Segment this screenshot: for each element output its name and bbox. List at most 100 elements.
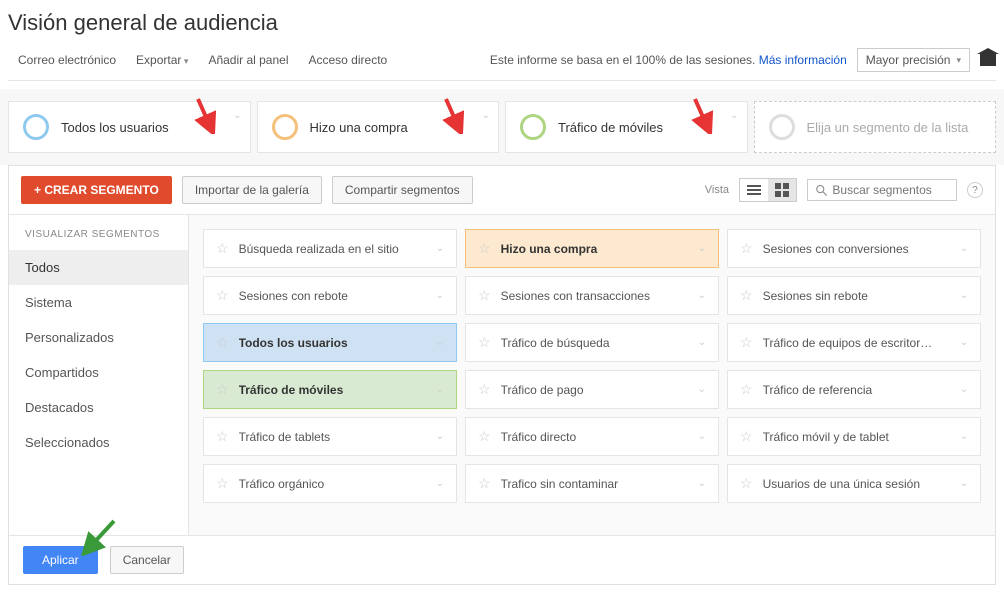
segment-card[interactable]: ☆ Búsqueda realizada en el sitio ⌄ bbox=[203, 229, 457, 268]
segment-name: Tráfico móvil y de tablet bbox=[763, 430, 950, 444]
segment-card[interactable]: ☆Tráfico orgánico⌄ bbox=[203, 464, 457, 503]
help-icon[interactable]: ? bbox=[967, 182, 983, 198]
star-icon[interactable]: ☆ bbox=[740, 381, 753, 398]
sidebar-item[interactable]: Personalizados bbox=[9, 320, 188, 355]
sidebar-item[interactable]: Destacados bbox=[9, 390, 188, 425]
segment-card[interactable]: ☆Tráfico de móviles⌄ bbox=[203, 370, 457, 409]
chevron-down-icon[interactable]: ⌄ bbox=[698, 290, 706, 301]
segment-card[interactable]: ☆Sesiones con rebote⌄ bbox=[203, 276, 457, 315]
chevron-down-icon[interactable]: ⌄ bbox=[436, 243, 444, 254]
report-note: Este informe se basa en el 100% de las s… bbox=[490, 53, 847, 67]
segment-card[interactable]: ☆Todos los usuarios⌄ bbox=[203, 323, 457, 362]
star-icon[interactable]: ☆ bbox=[478, 240, 491, 257]
segment-card[interactable]: ☆ Sesiones con conversiones ⌄ bbox=[727, 229, 981, 268]
segment-card[interactable]: ☆ Sesiones sin rebote ⌄ bbox=[727, 276, 981, 315]
segment-name: Hizo una compra bbox=[501, 242, 688, 256]
segment-card[interactable]: ☆ Tráfico de tablets ⌄ bbox=[203, 417, 457, 456]
star-icon[interactable]: ☆ bbox=[740, 334, 753, 351]
cancel-button[interactable]: Cancelar bbox=[110, 546, 184, 574]
segment-label: Todos los usuarios bbox=[61, 120, 169, 135]
chevron-down-icon[interactable]: ⌄ bbox=[698, 243, 706, 254]
chevron-down-icon[interactable]: ⌄ bbox=[960, 431, 968, 442]
grid-view-button[interactable] bbox=[768, 179, 796, 201]
segment-name: Trafico sin contaminar bbox=[501, 477, 688, 491]
star-icon[interactable]: ☆ bbox=[478, 428, 491, 445]
chevron-down-icon[interactable]: ⌄ bbox=[436, 478, 444, 489]
segment-name: Tráfico de equipos de escritor… bbox=[763, 336, 950, 350]
export-dropdown[interactable]: Exportar bbox=[126, 49, 198, 71]
sidebar-item[interactable]: Compartidos bbox=[9, 355, 188, 390]
search-input[interactable] bbox=[832, 183, 948, 197]
create-segment-button[interactable]: + CREAR SEGMENTO bbox=[21, 176, 172, 204]
segment-card[interactable]: ☆Sesiones con transacciones⌄ bbox=[465, 276, 719, 315]
star-icon[interactable]: ☆ bbox=[216, 287, 229, 304]
segment-card[interactable]: ☆ Tráfico móvil y de tablet ⌄ bbox=[727, 417, 981, 456]
list-view-button[interactable] bbox=[740, 179, 768, 201]
chevron-down-icon[interactable]: ⌄ bbox=[436, 431, 444, 442]
panel-toolbar: + CREAR SEGMENTO Importar de la galería … bbox=[9, 166, 995, 215]
segment-name: Tráfico directo bbox=[501, 430, 688, 444]
chevron-down-icon: ⌄ bbox=[730, 110, 738, 121]
import-gallery-button[interactable]: Importar de la galería bbox=[182, 176, 322, 204]
segment-card[interactable]: ☆Tráfico de búsqueda⌄ bbox=[465, 323, 719, 362]
active-segment-chip[interactable]: Tráfico de móviles ⌄ bbox=[505, 101, 748, 153]
segment-card[interactable]: ☆Usuarios de una única sesión⌄ bbox=[727, 464, 981, 503]
chevron-down-icon[interactable]: ⌄ bbox=[960, 384, 968, 395]
star-icon[interactable]: ☆ bbox=[478, 475, 491, 492]
segment-card[interactable]: ☆ Hizo una compra ⌄ bbox=[465, 229, 719, 268]
star-icon[interactable]: ☆ bbox=[478, 287, 491, 304]
star-icon[interactable]: ☆ bbox=[740, 428, 753, 445]
segment-card[interactable]: ☆ Tráfico directo ⌄ bbox=[465, 417, 719, 456]
segment-card[interactable]: ☆ Tráfico de equipos de escritor… ⌄ bbox=[727, 323, 981, 362]
segment-label: Tráfico de móviles bbox=[558, 120, 663, 135]
add-segment-placeholder[interactable]: Elija un segmento de la lista bbox=[754, 101, 997, 153]
chevron-down-icon: ⌄ bbox=[482, 110, 490, 121]
segment-placeholder-label: Elija un segmento de la lista bbox=[807, 120, 969, 135]
active-segment-chip[interactable]: Hizo una compra⌄ bbox=[257, 101, 500, 153]
chevron-down-icon[interactable]: ⌄ bbox=[698, 478, 706, 489]
segment-name: Sesiones con conversiones bbox=[763, 242, 950, 256]
search-box[interactable] bbox=[807, 179, 957, 201]
panel-footer: Aplicar Cancelar bbox=[9, 535, 995, 584]
star-icon[interactable]: ☆ bbox=[478, 381, 491, 398]
precision-dropdown[interactable]: Mayor precisión bbox=[857, 48, 970, 72]
shortcut-link[interactable]: Acceso directo bbox=[299, 49, 398, 71]
star-icon[interactable]: ☆ bbox=[216, 381, 229, 398]
segment-name: Búsqueda realizada en el sitio bbox=[239, 242, 426, 256]
segment-name: Sesiones sin rebote bbox=[763, 289, 950, 303]
active-segment-chip[interactable]: Todos los usuarios⌄ bbox=[8, 101, 251, 153]
more-info-link[interactable]: Más información bbox=[759, 53, 847, 67]
segment-name: Tráfico de tablets bbox=[239, 430, 426, 444]
chevron-down-icon[interactable]: ⌄ bbox=[960, 337, 968, 348]
segment-ring-icon bbox=[520, 114, 546, 140]
star-icon[interactable]: ☆ bbox=[740, 287, 753, 304]
chevron-down-icon[interactable]: ⌄ bbox=[960, 243, 968, 254]
sidebar-item[interactable]: Seleccionados bbox=[9, 425, 188, 460]
chevron-down-icon[interactable]: ⌄ bbox=[698, 431, 706, 442]
education-icon[interactable] bbox=[980, 54, 996, 66]
star-icon[interactable]: ☆ bbox=[216, 334, 229, 351]
star-icon[interactable]: ☆ bbox=[216, 240, 229, 257]
segment-card[interactable]: ☆Tráfico de referencia⌄ bbox=[727, 370, 981, 409]
sidebar-item[interactable]: Sistema bbox=[9, 285, 188, 320]
star-icon[interactable]: ☆ bbox=[216, 428, 229, 445]
add-panel-link[interactable]: Añadir al panel bbox=[198, 49, 298, 71]
apply-button[interactable]: Aplicar bbox=[23, 546, 98, 574]
email-link[interactable]: Correo electrónico bbox=[8, 49, 126, 71]
segment-card[interactable]: ☆Tráfico de pago⌄ bbox=[465, 370, 719, 409]
annotation-arrow-red bbox=[687, 94, 717, 134]
share-segments-button[interactable]: Compartir segmentos bbox=[332, 176, 473, 204]
chevron-down-icon[interactable]: ⌄ bbox=[698, 384, 706, 395]
star-icon[interactable]: ☆ bbox=[740, 475, 753, 492]
chevron-down-icon[interactable]: ⌄ bbox=[698, 337, 706, 348]
chevron-down-icon[interactable]: ⌄ bbox=[960, 478, 968, 489]
chevron-down-icon[interactable]: ⌄ bbox=[436, 290, 444, 301]
chevron-down-icon[interactable]: ⌄ bbox=[436, 384, 444, 395]
sidebar-item[interactable]: Todos bbox=[9, 250, 188, 285]
star-icon[interactable]: ☆ bbox=[478, 334, 491, 351]
star-icon[interactable]: ☆ bbox=[216, 475, 229, 492]
chevron-down-icon[interactable]: ⌄ bbox=[436, 337, 444, 348]
star-icon[interactable]: ☆ bbox=[740, 240, 753, 257]
chevron-down-icon[interactable]: ⌄ bbox=[960, 290, 968, 301]
segment-card[interactable]: ☆ Trafico sin contaminar ⌄ bbox=[465, 464, 719, 503]
